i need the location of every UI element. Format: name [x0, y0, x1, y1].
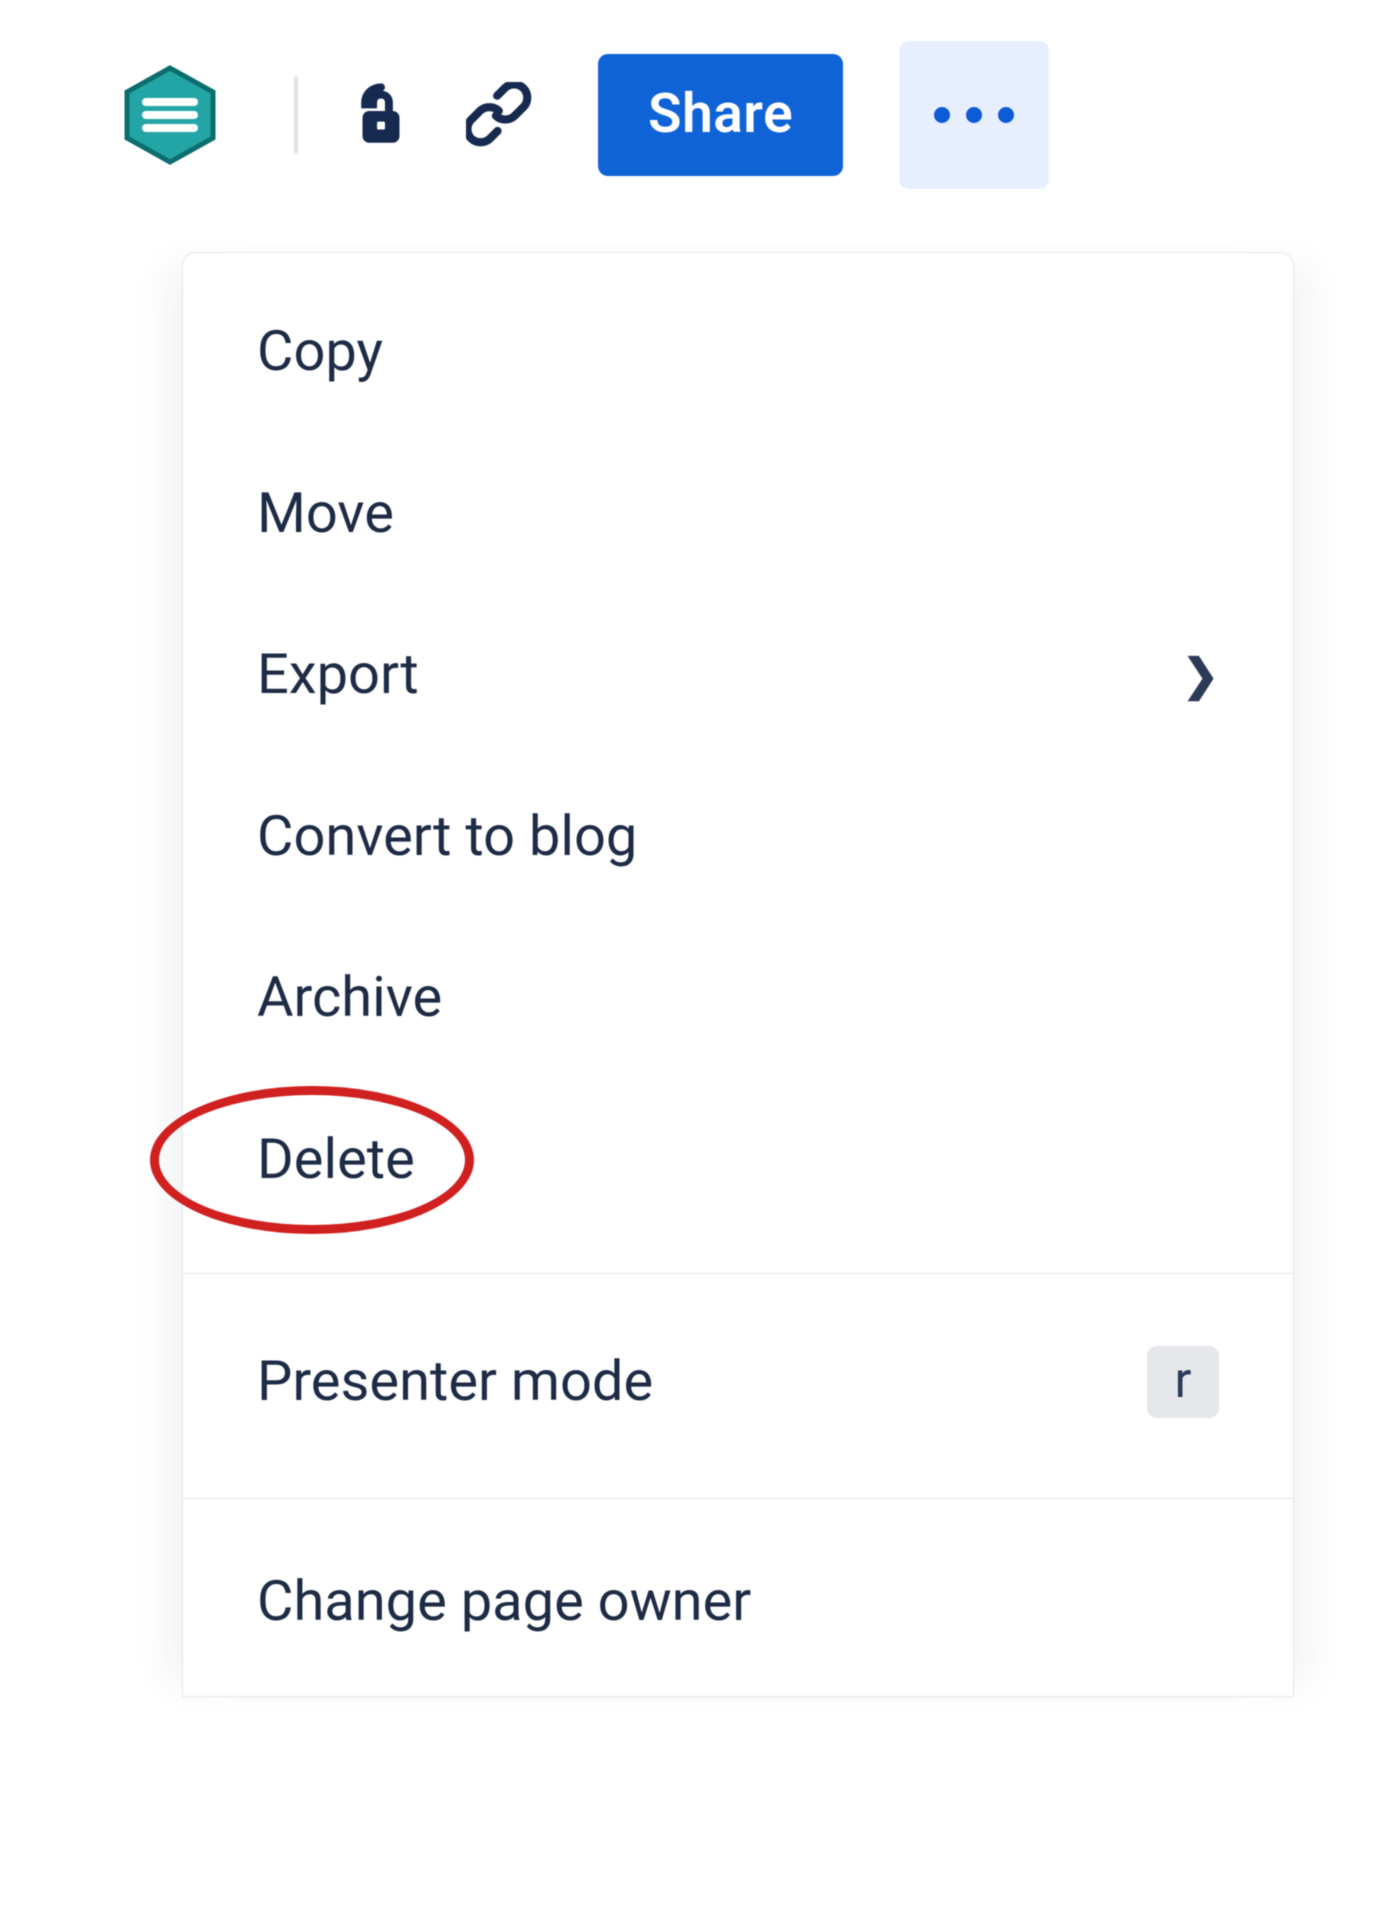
menu-item-label: Move	[257, 483, 394, 545]
menu-item-label: Export	[257, 644, 419, 706]
menu-item-label: Copy	[257, 321, 383, 383]
menu-item-copy[interactable]: Copy	[183, 271, 1293, 433]
menu-item-label: Presenter mode	[257, 1351, 653, 1413]
menu-item-delete[interactable]: Delete	[183, 1079, 1293, 1241]
share-button-label: Share	[648, 82, 793, 146]
menu-item-label: Change page owner	[257, 1571, 751, 1633]
menu-item-convert-to-blog[interactable]: Convert to blog	[183, 756, 1293, 918]
menu-item-archive[interactable]: Archive	[183, 917, 1293, 1079]
more-actions-button[interactable]	[899, 41, 1049, 189]
menu-item-label: Delete	[257, 1129, 415, 1191]
menu-item-move[interactable]: Move	[183, 433, 1293, 595]
app-logo[interactable]	[120, 65, 220, 165]
more-icon	[934, 107, 1014, 123]
app-window: Share Copy Move Export ❯ Convert to blog	[0, 0, 1400, 1913]
menu-item-change-page-owner[interactable]: Change page owner	[183, 1521, 1293, 1697]
link-icon	[466, 82, 532, 148]
hexagon-logo-icon	[120, 65, 220, 165]
menu-separator	[183, 1498, 1293, 1499]
unlock-icon	[348, 82, 414, 148]
keyboard-shortcut-badge: r	[1147, 1346, 1219, 1418]
page-toolbar: Share	[0, 45, 1400, 185]
restrictions-button[interactable]	[336, 70, 426, 160]
menu-item-presenter-mode[interactable]: Presenter mode r	[183, 1296, 1293, 1468]
menu-item-label: Convert to blog	[257, 806, 637, 868]
toolbar-divider	[294, 76, 298, 154]
more-actions-menu: Copy Move Export ❯ Convert to blog Archi…	[182, 252, 1294, 1697]
chevron-right-icon: ❯	[1182, 651, 1219, 699]
copy-link-button[interactable]	[454, 70, 544, 160]
menu-separator	[183, 1273, 1293, 1274]
menu-item-label: Archive	[257, 967, 442, 1029]
share-button[interactable]: Share	[598, 54, 843, 176]
menu-section-1: Copy Move Export ❯ Convert to blog Archi…	[183, 253, 1293, 1243]
menu-item-export[interactable]: Export ❯	[183, 594, 1293, 756]
